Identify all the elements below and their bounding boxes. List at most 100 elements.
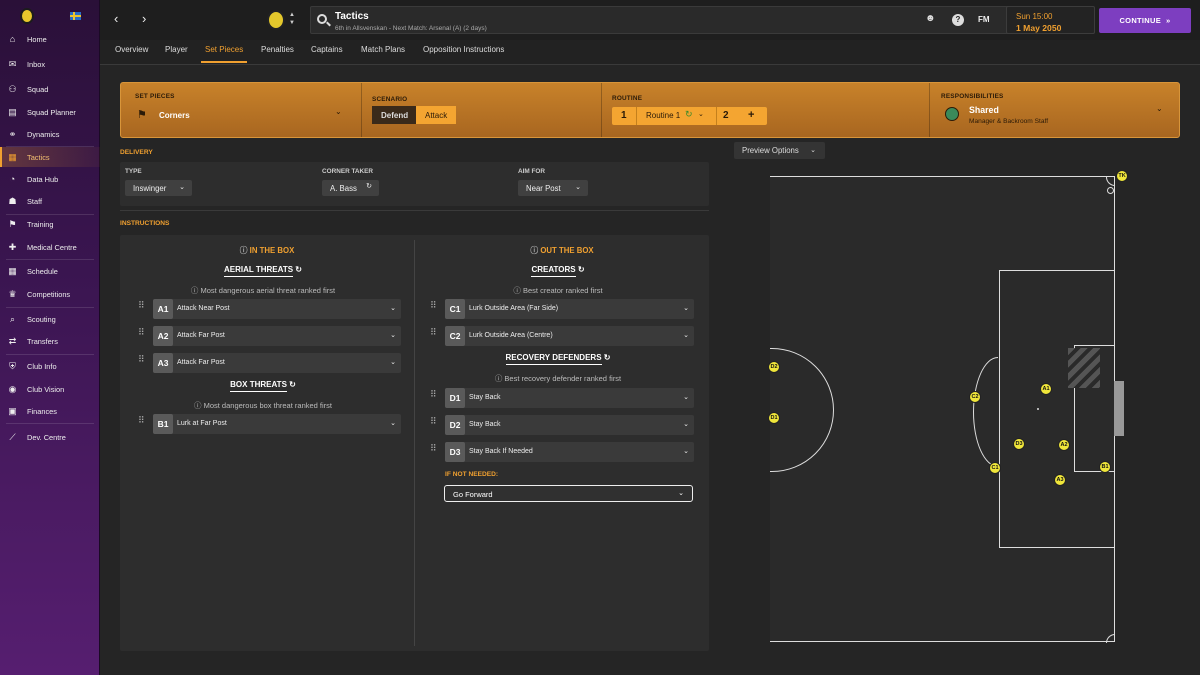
routine-name[interactable]: Routine 1 (646, 111, 680, 120)
if-not-needed-dropdown[interactable]: Go Forward ⌄ (444, 485, 693, 502)
info-icon[interactable]: ⓘ (240, 246, 250, 255)
instruction-row-a2[interactable]: ⠿ A2 Attack Far Post ⌄ (138, 326, 401, 346)
instruction-row-b1[interactable]: ⠿ B1 Lurk at Far Post ⌄ (138, 414, 401, 434)
preview-options-button[interactable]: Preview Options ⌄ (734, 142, 825, 159)
tab-match-plans[interactable]: Match Plans (361, 45, 405, 54)
pitch-player-a2[interactable]: A2 (1058, 439, 1070, 451)
drag-handle-icon[interactable]: ⠿ (430, 417, 437, 426)
sidebar-item-squad-planner[interactable]: ▤ Squad Planner (0, 102, 100, 122)
refresh-icon[interactable]: ↻ (685, 109, 693, 120)
club-switch-icon[interactable]: ▲ ▼ (289, 11, 295, 27)
back-arrow-icon[interactable]: ‹ (114, 11, 118, 26)
drag-handle-icon[interactable]: ⠿ (138, 355, 145, 364)
scenario-attack-button[interactable]: Attack (416, 106, 457, 124)
instruction-row-a1[interactable]: ⠿ A1 Attack Near Post ⌄ (138, 299, 401, 319)
aim-for-dropdown[interactable]: Near Post ⌄ (518, 180, 588, 196)
drag-handle-icon[interactable]: ⠿ (430, 301, 437, 310)
sidebar-item-scouting[interactable]: ⌕ Scouting (0, 309, 100, 329)
sidebar-item-squad[interactable]: ⚇ Squad (0, 79, 100, 99)
tab-overview[interactable]: Overview (115, 45, 148, 54)
pitch-player-a1[interactable]: A1 (1040, 383, 1052, 395)
drag-handle-icon[interactable]: ⠿ (430, 390, 437, 399)
responsibilities-value[interactable]: Shared (969, 105, 999, 115)
instruction-row-d2[interactable]: ⠿ D2 Stay Back ⌄ (430, 415, 694, 435)
forward-arrow-icon[interactable]: › (142, 11, 146, 26)
add-routine-button[interactable]: + (748, 109, 754, 121)
club-logo-icon[interactable] (20, 8, 34, 24)
drag-handle-icon[interactable]: ⠿ (138, 416, 145, 425)
info-icon[interactable]: ⓘ (530, 246, 540, 255)
chevron-down-icon: ⌄ (179, 184, 185, 191)
pitch-player-b1[interactable]: B1 (1099, 461, 1111, 473)
pitch-player-c1[interactable]: C1 (989, 462, 1001, 474)
instruction-row-d3[interactable]: ⠿ D3 Stay Back If Needed ⌄ (430, 442, 694, 462)
drag-handle-icon[interactable]: ⠿ (138, 301, 145, 310)
routine-slot-2[interactable]: 2 (723, 110, 729, 121)
set-pieces-value[interactable]: Corners (159, 111, 190, 120)
chevron-down-icon[interactable]: ⌄ (1156, 104, 1163, 113)
sidebar-item-club-vision[interactable]: ◉ Club Vision (0, 379, 100, 399)
sidebar-item-competitions[interactable]: ♛ Competitions (0, 284, 100, 304)
tab-opposition-instructions[interactable]: Opposition Instructions (423, 45, 504, 54)
sidebar-item-club-info[interactable]: ⛨ Club Info (0, 356, 100, 376)
sidebar-item-staff[interactable]: ☗ Staff (0, 191, 100, 211)
chevron-down-icon: ⌄ (810, 147, 816, 154)
sidebar-item-data-hub[interactable]: ◔ Data Hub (0, 169, 100, 189)
pitch-player-d2[interactable]: D2 (768, 361, 780, 373)
chevron-down-icon[interactable]: ⌄ (698, 110, 704, 118)
box-heading: BOX THREATS ↻ (163, 380, 363, 392)
tactics-icon: ▦ (8, 151, 17, 162)
sidebar-item-tactics[interactable]: ▦ Tactics (0, 147, 100, 167)
drag-handle-icon[interactable]: ⠿ (430, 328, 437, 337)
refresh-icon[interactable]: ↻ (293, 265, 302, 276)
tab-penalties[interactable]: Penalties (261, 45, 294, 54)
chevron-down-icon[interactable]: ⌄ (335, 107, 342, 116)
sidebar-item-home[interactable]: ⌂ Home (0, 29, 100, 49)
instruction-row-d1[interactable]: ⠿ D1 Stay Back ⌄ (430, 388, 694, 408)
sidebar-item-training[interactable]: ⚑ Training (0, 214, 100, 234)
instruction-row-a3[interactable]: ⠿ A3 Attack Far Post ⌄ (138, 353, 401, 373)
sidebar-item-medical-centre[interactable]: ✚ Medical Centre (0, 237, 100, 257)
sidebar-item-transfers[interactable]: ⇄ Transfers (0, 331, 100, 351)
club-vision-icon: ◉ (8, 383, 17, 394)
sidebar-item-dynamics[interactable]: ⚭ Dynamics (0, 124, 100, 144)
page-title-box[interactable]: Tactics 6th in Allsvenskan - Next Match:… (310, 6, 1012, 34)
tab-set-pieces[interactable]: Set Pieces (200, 45, 248, 63)
pitch-player-d1[interactable]: D1 (768, 412, 780, 424)
scenario-defend-button[interactable]: Defend (372, 106, 418, 124)
instruction-label: Attack Far Post (177, 359, 225, 366)
date-display[interactable]: Sun 15:00 1 May 2050 (1006, 6, 1095, 34)
refresh-icon[interactable]: ↻ (602, 353, 611, 364)
refresh-icon[interactable]: ↻ (576, 265, 585, 276)
tab-captains[interactable]: Captains (311, 45, 343, 54)
type-dropdown[interactable]: Inswinger ⌄ (125, 180, 192, 196)
fm-menu-button[interactable]: FM (978, 15, 990, 24)
date-time: Sun 15:00 (1016, 12, 1053, 21)
social-icon[interactable]: ☻ (925, 13, 936, 24)
continue-button[interactable]: CONTINUE » (1099, 8, 1191, 33)
set-pieces-bar: SET PIECES ⚑ Corners ⌄ SCENARIO Defend A… (120, 82, 1180, 138)
search-icon[interactable] (317, 14, 327, 24)
sidebar-item-dev-centre[interactable]: ⟋ Dev. Centre (0, 427, 100, 447)
help-icon[interactable]: ? (952, 14, 964, 26)
pitch-player-c2[interactable]: C2 (969, 391, 981, 403)
if-not-needed-value: Go Forward (453, 490, 493, 499)
sidebar-item-label: Squad (27, 84, 49, 94)
tab-player[interactable]: Player (165, 45, 188, 54)
club-badge-icon[interactable] (267, 10, 285, 30)
instruction-row-c2[interactable]: ⠿ C2 Lurk Outside Area (Centre) ⌄ (430, 326, 694, 346)
pitch-player-d3[interactable]: D3 (1013, 438, 1025, 450)
refresh-icon[interactable]: ↻ (287, 380, 296, 391)
drag-handle-icon[interactable]: ⠿ (430, 444, 437, 453)
corner-taker-dropdown[interactable]: A. Bass ↻ (322, 180, 379, 196)
pitch-player-tk[interactable]: TK (1116, 170, 1128, 182)
pitch-player-a3[interactable]: A3 (1054, 474, 1066, 486)
club-info-icon: ⛨ (9, 360, 16, 371)
sidebar-item-schedule[interactable]: ▦ Schedule (0, 261, 100, 281)
drag-handle-icon[interactable]: ⠿ (138, 328, 145, 337)
sidebar-item-finances[interactable]: ▣ Finances (0, 401, 100, 421)
routine-slot-1[interactable]: 1 (621, 110, 627, 121)
sidebar-item-label: Dynamics (27, 129, 60, 139)
instruction-row-c1[interactable]: ⠿ C1 Lurk Outside Area (Far Side) ⌄ (430, 299, 694, 319)
sidebar-item-inbox[interactable]: ✉ Inbox (0, 54, 100, 74)
